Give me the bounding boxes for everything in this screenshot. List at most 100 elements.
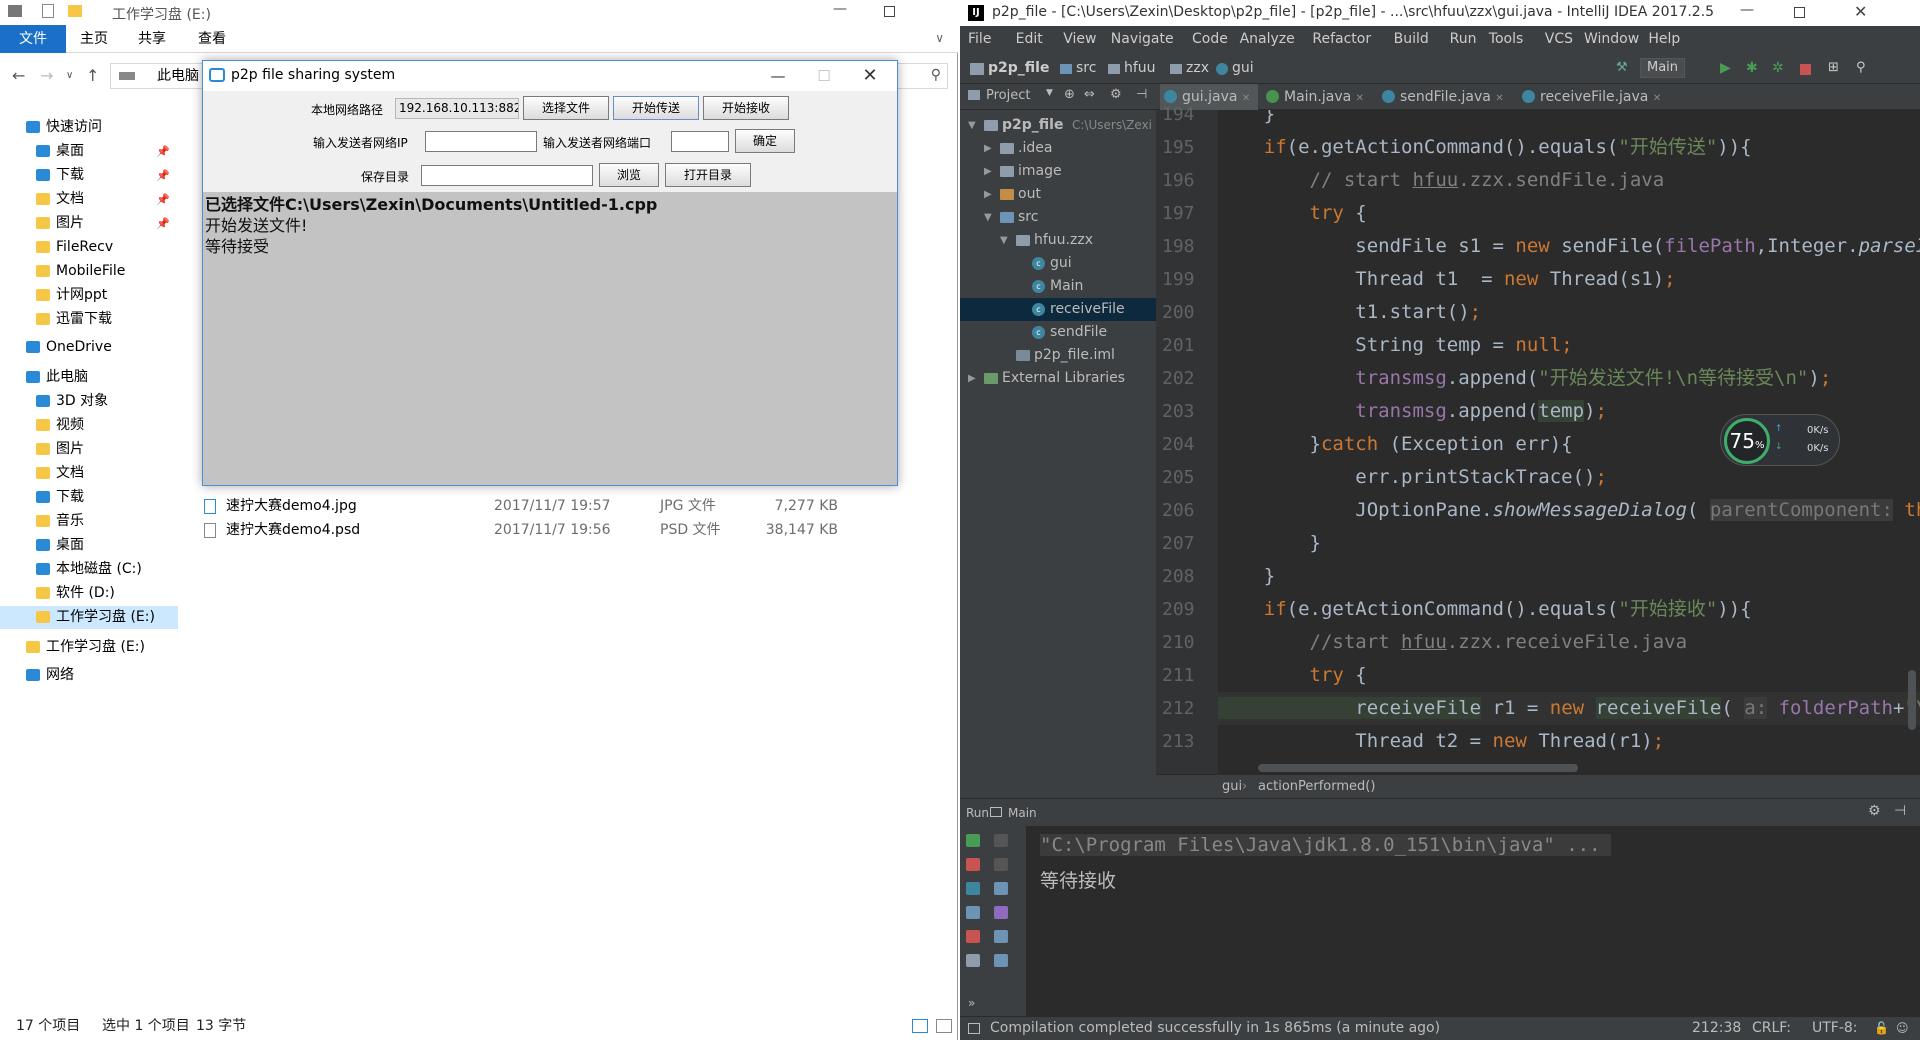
file-row[interactable]: 速拧大赛demo4.psd 2017/11/7 19:56 PSD 文件 38,… bbox=[200, 518, 900, 542]
pin-icon[interactable]: 📌 bbox=[156, 212, 170, 235]
chevron-down-icon[interactable]: ▼ bbox=[984, 206, 992, 229]
sender-ip-input[interactable] bbox=[425, 131, 537, 152]
debug-icon[interactable]: ✱ bbox=[1746, 60, 1758, 76]
close-icon[interactable]: ✕ bbox=[847, 61, 893, 91]
trash-icon[interactable] bbox=[994, 954, 1008, 967]
recent-icon[interactable]: ∨ bbox=[66, 70, 73, 81]
menu-file[interactable]: File bbox=[968, 31, 991, 47]
ribbon-tab-home[interactable]: 主页 bbox=[66, 25, 122, 53]
nav-item[interactable]: 文档 📌 bbox=[0, 188, 178, 211]
nav-method[interactable]: actionPerformed() bbox=[1258, 779, 1375, 794]
check-icon[interactable] bbox=[42, 4, 54, 18]
details-view-icon[interactable] bbox=[912, 1019, 928, 1033]
nav-item[interactable]: 图片 bbox=[0, 438, 178, 461]
layout-icon[interactable] bbox=[966, 954, 980, 967]
nav-item[interactable]: 视频 bbox=[0, 414, 178, 437]
chevron-right-icon[interactable]: ▶ bbox=[968, 367, 976, 390]
minimize-icon[interactable]: — bbox=[833, 1, 847, 17]
nav-item[interactable]: 工作学习盘 (E:) bbox=[0, 636, 178, 659]
tree-item[interactable]: ▶ image bbox=[960, 160, 1156, 183]
run-target[interactable]: Main bbox=[1008, 806, 1037, 820]
close-icon[interactable]: ✕ bbox=[1356, 93, 1364, 104]
collapse-icon[interactable]: ⇔ bbox=[1084, 87, 1095, 102]
tree-item[interactable]: p2p_file.iml bbox=[960, 344, 1156, 367]
ribbon-tab-file[interactable]: 文件 bbox=[0, 25, 66, 53]
vertical-scrollbar[interactable] bbox=[1908, 670, 1916, 730]
pin-icon[interactable]: 📌 bbox=[156, 140, 170, 163]
sender-port-input[interactable] bbox=[671, 131, 729, 152]
chevron-down-icon[interactable]: ▼ bbox=[1000, 229, 1008, 252]
chevron-right-icon[interactable]: ▶ bbox=[984, 183, 992, 206]
local-address-field[interactable]: 192.168.10.113:8821 bbox=[395, 98, 519, 119]
tree-item[interactable]: ▶ out bbox=[960, 183, 1156, 206]
build-icon[interactable]: ⚒ bbox=[1616, 60, 1628, 75]
confirm-button[interactable]: 确定 bbox=[735, 129, 795, 153]
ribbon-tab-view[interactable]: 查看 bbox=[184, 25, 240, 53]
close-icon[interactable]: ✕ bbox=[1495, 93, 1503, 104]
nav-item[interactable]: 本地磁盘 (C:) bbox=[0, 558, 178, 581]
crumb-hfuu[interactable]: hfuu bbox=[1124, 60, 1156, 76]
soft-wrap-icon[interactable] bbox=[994, 882, 1008, 895]
network-speed-widget[interactable]: 75% ↑ ↓ 0K/s 0K/s bbox=[1720, 414, 1840, 466]
tool-windows-icon[interactable] bbox=[968, 1023, 980, 1034]
close-icon[interactable]: ✕ bbox=[1653, 93, 1661, 104]
tree-item[interactable]: ▼ src bbox=[960, 206, 1156, 229]
nav-item[interactable]: 快速访问 bbox=[0, 116, 178, 139]
down-icon[interactable] bbox=[994, 858, 1008, 871]
crumb-zzx[interactable]: zzx bbox=[1186, 60, 1209, 76]
search-icon[interactable]: ⚲ bbox=[1856, 60, 1866, 75]
close-icon[interactable]: ✕ bbox=[1242, 93, 1250, 104]
gear-icon[interactable]: ⚙ bbox=[1110, 87, 1122, 102]
tree-item[interactable]: c sendFile bbox=[960, 321, 1156, 344]
chevron-down-icon[interactable]: ▼ bbox=[968, 114, 976, 137]
nav-item[interactable]: 文档 bbox=[0, 462, 178, 485]
menu-help[interactable]: Help bbox=[1648, 31, 1680, 47]
nav-item[interactable]: 3D 对象 bbox=[0, 390, 178, 413]
tree-item[interactable]: c receiveFile bbox=[960, 298, 1156, 321]
menu-tools[interactable]: Tools bbox=[1489, 31, 1524, 47]
rerun-icon[interactable] bbox=[966, 834, 980, 847]
horizontal-scrollbar[interactable] bbox=[1258, 764, 1578, 772]
close-icon[interactable]: ✕ bbox=[1854, 2, 1867, 21]
maximize-icon[interactable]: ☐ bbox=[801, 61, 847, 91]
forward-icon[interactable]: → bbox=[40, 66, 53, 85]
nav-class[interactable]: gui bbox=[1222, 779, 1242, 794]
back-icon[interactable]: ← bbox=[12, 66, 25, 85]
nav-item[interactable]: 迅雷下载 bbox=[0, 308, 178, 331]
menu-navigate[interactable]: Navigate bbox=[1111, 31, 1174, 47]
nav-item[interactable]: 图片 📌 bbox=[0, 212, 178, 235]
tab-receivefile-java[interactable]: receiveFile.java ✕ bbox=[1518, 84, 1664, 110]
open-dir-button[interactable]: 打开目录 bbox=[665, 163, 751, 187]
nav-item[interactable]: MobileFile bbox=[0, 260, 178, 283]
pin-icon[interactable]: 📌 bbox=[156, 164, 170, 187]
scroll-from-source-icon[interactable]: ⊕ bbox=[1064, 87, 1075, 102]
tree-item[interactable]: c gui bbox=[960, 252, 1156, 275]
scroll-end-icon[interactable] bbox=[994, 906, 1008, 919]
nav-item[interactable]: 桌面 bbox=[0, 534, 178, 557]
nav-item[interactable]: 软件 (D:) bbox=[0, 582, 178, 605]
nav-item[interactable]: FileRecv bbox=[0, 236, 178, 259]
menu-build[interactable]: Build bbox=[1394, 31, 1429, 47]
print-icon[interactable] bbox=[994, 930, 1008, 943]
nav-item[interactable]: 此电脑 bbox=[0, 366, 178, 389]
crumb-src[interactable]: src bbox=[1076, 60, 1096, 76]
line-separator[interactable]: CRLF: bbox=[1752, 1017, 1791, 1040]
nav-item[interactable]: 桌面 📌 bbox=[0, 140, 178, 163]
hide-icon[interactable]: ⊣ bbox=[1136, 87, 1147, 102]
thumbnail-view-icon[interactable] bbox=[936, 1019, 952, 1033]
log-area[interactable]: 已选择文件C:\Users\Zexin\Documents\Untitled-1… bbox=[203, 192, 897, 485]
menu-refactor[interactable]: Refactor bbox=[1312, 31, 1371, 47]
nav-item[interactable]: 音乐 bbox=[0, 510, 178, 533]
caret-position[interactable]: 212:38 bbox=[1692, 1017, 1741, 1040]
nav-item[interactable]: 工作学习盘 (E:) bbox=[0, 606, 178, 629]
up-icon[interactable]: ↑ bbox=[86, 66, 99, 85]
tree-item[interactable]: ▼ p2p_file C:\Users\Zexi bbox=[960, 114, 1156, 137]
chevron-right-icon[interactable]: ▶ bbox=[984, 137, 992, 160]
lock-icon[interactable]: 🔓 bbox=[1874, 1017, 1889, 1040]
menu-analyze[interactable]: Analyze bbox=[1240, 31, 1295, 47]
chevron-down-icon[interactable]: ▼ bbox=[1046, 88, 1053, 98]
stop-icon[interactable] bbox=[966, 858, 980, 871]
nav-item[interactable]: 下载 📌 bbox=[0, 164, 178, 187]
tab-sendfile-java[interactable]: sendFile.java ✕ bbox=[1378, 84, 1512, 110]
nav-item[interactable]: 网络 bbox=[0, 664, 178, 687]
